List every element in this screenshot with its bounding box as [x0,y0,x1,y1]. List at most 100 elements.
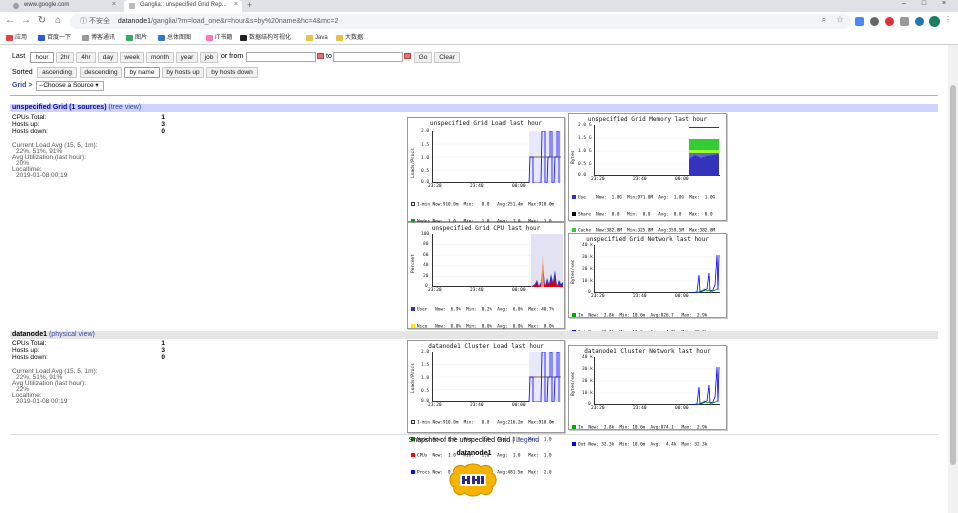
y-tick: 0.5 [421,169,430,174]
maximize-icon[interactable]: □ [914,0,934,7]
memory-graph[interactable]: unspecified Grid Memory last hour Bytes … [568,113,727,301]
clear-button[interactable]: Clear [434,52,460,63]
tree-view-link[interactable]: (tree view) [108,104,141,111]
from-date-input[interactable] [246,52,316,62]
graph-title: datanode1 Cluster Load last hour [428,343,544,350]
legend-item: Use Now: 1.0G Min:971.0M Avg: 1.0G Max: … [572,194,715,201]
bookmark-bigdata[interactable]: 大数据 [336,33,363,43]
browser-toolbar: ← → ↻ ⌂ ⓘ 不安全 datanode1/ganglia/?m=load_… [0,12,958,31]
address-bar[interactable]: ⓘ 不安全 datanode1/ganglia/?m=load_one&r=ho… [70,14,851,29]
buffer-area [689,150,719,153]
source-select-value: --Choose a Source [39,82,94,89]
load-graph[interactable]: unspecified Grid Load last hour Loads/Pr… [407,117,565,257]
calendar-icon[interactable] [317,53,324,59]
sort-by-hosts-down-button[interactable]: by hosts down [206,67,258,78]
reload-icon[interactable]: ↻ [36,15,48,26]
bookmarks-bar: 应用 百度一下 博客通讯 图片 总体图图 IT书籍 数据结构可视化 Java 大… [0,31,958,45]
home-icon[interactable]: ⌂ [52,15,64,26]
sort-ascending-button[interactable]: ascending [37,67,77,78]
tab-label: Ganglia:: unspecified Grid Rep... [140,2,227,8]
bookmark-java[interactable]: Java [306,33,328,43]
physical-view-link[interactable]: (physical view) [49,331,95,338]
datanode-network-graph[interactable]: datanode1 Cluster Network last hour Byte… [568,345,727,447]
tab-strip: www.google.com × Ganglia:: unspecified G… [0,0,958,12]
sort-descending-button[interactable]: descending [80,67,122,78]
y-tick: 20 k [582,379,593,384]
bookmark-baidu[interactable]: 百度一下 [38,33,71,43]
last-label: Last [12,53,26,60]
extension-icon[interactable] [900,17,909,26]
x-tick: 23:40 [470,184,484,189]
range-day-button[interactable]: day [98,52,118,63]
bookmark-images[interactable]: 图片 [126,33,147,43]
y-tick: 0.5 [421,389,430,394]
translate-extension-icon[interactable] [855,17,864,26]
grid-header-unspecified: unspecified Grid (1 sources) (tree view) [10,104,938,112]
forward-icon[interactable]: → [20,15,32,26]
bookmark-apps[interactable]: 应用 [6,33,27,43]
x-tick: 23:20 [428,184,442,189]
datanode-load-plot [432,352,561,402]
range-2hr-button[interactable]: 2hr [56,52,74,63]
range-job-button[interactable]: job [200,52,218,63]
range-hour-button[interactable]: hour [30,52,54,63]
go-button[interactable]: Go [414,52,432,63]
snapshot-line: Snapshot of the unspecified Grid | Legen… [0,437,948,444]
snapshot-text: Snapshot of the unspecified Grid [408,437,511,444]
tab-ganglia[interactable]: Ganglia:: unspecified Grid Rep... × [124,0,242,12]
legend-link[interactable]: Legend [516,437,539,444]
avatar[interactable] [929,16,940,27]
info-icon[interactable]: ⓘ [80,18,89,25]
legend-item: User Now: 6.9% Min: 0.2% Avg: 6.0% Max: … [411,306,554,313]
sort-by-name-button[interactable]: by name [124,67,160,78]
settings-extension-icon[interactable] [870,17,879,26]
scrollbar-thumb[interactable] [950,85,956,465]
legend-item: In Now: 2.8k Min: 10.6m Avg:874.1 Max: 2… [572,424,707,431]
range-4hr-button[interactable]: 4hr [76,52,96,63]
bookmark-blog[interactable]: 博客通讯 [82,33,115,43]
menu-icon[interactable]: ⋮ [942,15,954,24]
page-scrollbar[interactable] [948,45,958,513]
grid-breadcrumb[interactable]: Grid > [12,82,32,89]
bookmark-ds-visual[interactable]: 数据结构可视化 [240,33,291,43]
minimize-icon[interactable]: – [894,0,914,7]
tab-google[interactable]: www.google.com × [8,0,120,12]
new-tab-icon[interactable]: + [247,0,252,10]
cpu-graph[interactable]: unspecified Grid CPU last hour Percent 1… [407,222,565,396]
legend-item: 1-min Now:910.0m Min: 0.0 Avg:251.4m Max… [411,201,554,208]
profile-extension-icon[interactable] [915,17,924,26]
source-select[interactable]: --Choose a Source ▾ [36,81,104,91]
sort-by-hosts-up-button[interactable]: by hosts up [162,67,204,78]
range-month-button[interactable]: month [146,52,174,63]
y-tick: 30 k [582,255,593,260]
x-tick: 00:00 [512,403,526,408]
grid-title: unspecified Grid (1 sources) [12,104,107,111]
graph-title: unspecified Grid Network last hour [586,236,709,243]
hosts-up-label: Hosts up: [12,121,40,128]
network-graph[interactable]: unspecified Grid Network last hour Bytes… [568,233,727,335]
y-tick: 100 [421,232,430,237]
hosts-down-label: Hosts down: [12,128,48,135]
back-icon[interactable]: ← [4,15,16,26]
calendar-icon[interactable] [404,53,411,59]
host-logo-icon[interactable] [448,463,498,497]
y-axis-title: Bytes [571,150,576,164]
range-week-button[interactable]: week [120,52,144,63]
hosts-down-value: 0 [161,354,165,361]
close-window-icon[interactable]: × [934,0,954,7]
y-tick: 60 [423,253,429,258]
y-tick: 30 k [582,367,593,372]
datanode-load-graph[interactable]: datanode1 Cluster Load last hour Loads/P… [407,340,565,475]
x-tick: 00:00 [512,288,526,293]
y-tick: 1.0 [421,376,430,381]
to-date-input[interactable] [333,52,403,62]
zoom-icon[interactable]: ⌕ [818,15,830,25]
page-favicon-icon [129,3,135,9]
star-icon[interactable]: ☆ [834,15,846,24]
range-year-button[interactable]: year [176,52,198,63]
close-tab-icon[interactable]: × [234,1,238,8]
close-tab-icon[interactable]: × [112,1,116,8]
bookmark-charts[interactable]: 总体图图 [158,33,191,43]
bookmark-itbooks[interactable]: IT书籍 [206,33,232,43]
adblock-extension-icon[interactable] [885,17,894,26]
